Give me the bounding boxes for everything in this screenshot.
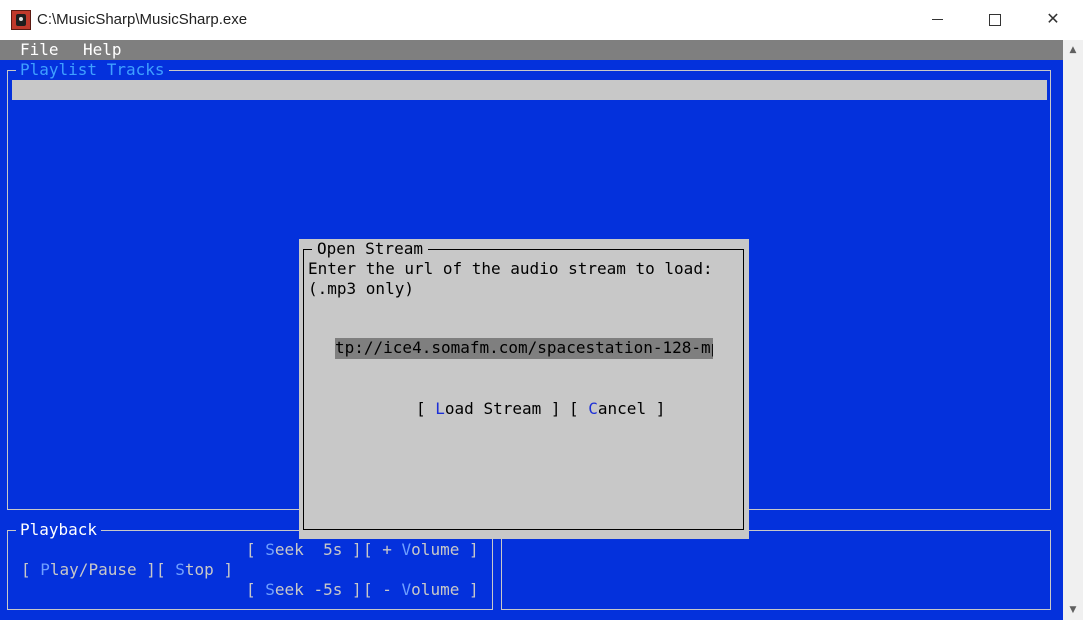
dialog-title: Open Stream	[312, 239, 428, 259]
scroll-down-icon[interactable]: ▼	[1063, 600, 1083, 620]
maximize-button[interactable]	[966, 0, 1024, 40]
dialog-prompt-line1: Enter the url of the audio stream to loa…	[308, 259, 713, 278]
app-icon	[11, 10, 31, 30]
seek-forward-button[interactable]: [ Seek 5s ]	[246, 540, 362, 560]
close-icon: ✕	[1046, 11, 1060, 28]
stop-button[interactable]: [ Stop ]	[156, 560, 233, 580]
vertical-scrollbar[interactable]: ▲ ▼	[1063, 40, 1083, 620]
window-title: C:\MusicSharp\MusicSharp.exe	[37, 11, 248, 28]
volume-down-button[interactable]: [ - Volume ]	[363, 580, 479, 600]
playback-frame: Playback [ Seek 5s ] [ + Volume ] [ Play…	[7, 520, 493, 610]
close-button[interactable]: ✕	[1024, 0, 1082, 40]
playlist-title: Playlist Tracks	[16, 60, 169, 80]
playlist-list[interactable]	[12, 80, 1047, 100]
menu-bar: File Help	[0, 40, 1063, 60]
play-pause-button[interactable]: [ Play/Pause ]	[21, 560, 156, 580]
dialog-prompt-line2: (.mp3 only)	[308, 279, 414, 298]
info-frame	[501, 530, 1051, 610]
stream-url-input[interactable]: tp://ice4.somafm.com/spacestation-128-mp…	[335, 338, 713, 359]
menu-file[interactable]: File	[20, 40, 59, 60]
volume-up-button[interactable]: [ + Volume ]	[363, 540, 479, 560]
maximize-icon	[989, 13, 1001, 26]
minimize-button[interactable]	[908, 0, 966, 40]
seek-back-button[interactable]: [ Seek -5s ]	[246, 580, 362, 600]
playback-title: Playback	[16, 520, 102, 540]
menu-help[interactable]: Help	[83, 40, 122, 60]
load-stream-button[interactable]: [ Load Stream ]	[416, 399, 561, 419]
window-titlebar: C:\MusicSharp\MusicSharp.exe ✕	[0, 0, 1083, 40]
scroll-up-icon[interactable]: ▲	[1063, 40, 1083, 60]
minimize-icon	[931, 19, 943, 21]
open-stream-dialog: Open Stream Enter the url of the audio s…	[299, 239, 749, 539]
cancel-button[interactable]: [ Cancel ]	[569, 399, 665, 419]
